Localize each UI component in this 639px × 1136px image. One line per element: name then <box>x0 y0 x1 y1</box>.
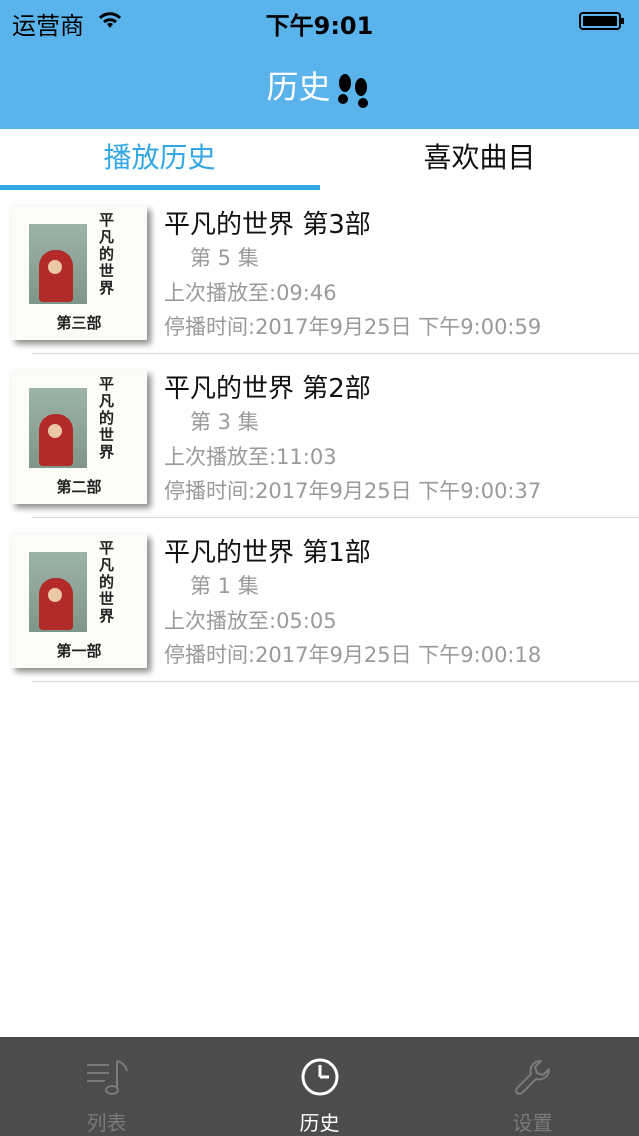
book-cover: 平凡的世界 第三部 <box>11 206 147 340</box>
cover-artwork <box>29 388 87 468</box>
wrench-icon <box>514 1060 550 1096</box>
tabbar-item-history[interactable]: 历史 <box>213 1037 426 1136</box>
item-stop-time: 停播时间:2017年9月25日 下午9:00:59 <box>164 315 542 339</box>
clock-icon <box>301 1058 339 1096</box>
item-stop-time: 停播时间:2017年9月25日 下午9:00:37 <box>164 479 542 503</box>
item-last-played: 上次播放至:05:05 <box>164 609 337 633</box>
history-list: 平凡的世界 第三部 平凡的世界 第3部 第 5 集 上次播放至:09:46 停播… <box>0 190 639 682</box>
page-title: 历史 <box>0 62 639 109</box>
cover-title: 平凡的世界 <box>99 375 115 461</box>
list-item[interactable]: 平凡的世界 第一部 平凡的世界 第1部 第 1 集 上次播放至:05:05 停播… <box>0 518 639 682</box>
tabbar-label-settings: 设置 <box>512 1111 553 1135</box>
tabbar-item-settings[interactable]: 设置 <box>426 1037 639 1136</box>
book-cover: 平凡的世界 第二部 <box>11 370 147 504</box>
list-item[interactable]: 平凡的世界 第三部 平凡的世界 第3部 第 5 集 上次播放至:09:46 停播… <box>0 190 639 354</box>
tabbar-item-list[interactable]: 列表 <box>0 1037 213 1136</box>
tabbar-label-history: 历史 <box>299 1111 340 1135</box>
cover-title: 平凡的世界 <box>99 211 115 297</box>
cover-part: 第三部 <box>56 314 102 332</box>
item-title: 平凡的世界 第2部 <box>164 374 371 404</box>
item-episode: 第 5 集 <box>190 246 259 270</box>
item-last-played: 上次播放至:09:46 <box>164 281 337 305</box>
cover-artwork <box>29 552 87 632</box>
cover-artwork <box>29 224 87 304</box>
bottom-tab-bar: 列表 历史 设置 <box>0 1037 639 1136</box>
footprints-icon <box>337 74 368 108</box>
cover-part: 第二部 <box>56 478 102 496</box>
item-episode: 第 3 集 <box>190 410 259 434</box>
tab-favorites[interactable]: 喜欢曲目 <box>320 129 639 189</box>
item-last-played: 上次播放至:11:03 <box>164 445 337 469</box>
battery-icon <box>579 12 624 30</box>
item-title: 平凡的世界 第3部 <box>164 210 371 240</box>
cover-part: 第一部 <box>56 642 102 660</box>
book-cover: 平凡的世界 第一部 <box>11 534 147 668</box>
item-episode: 第 1 集 <box>190 574 259 598</box>
cover-title: 平凡的世界 <box>99 539 115 625</box>
status-bar: 运营商 下午9:01 <box>0 0 639 44</box>
segment-tabs: 播放历史 喜欢曲目 <box>0 129 639 189</box>
tab-play-history[interactable]: 播放历史 <box>0 129 319 189</box>
item-title: 平凡的世界 第1部 <box>164 538 371 568</box>
row-divider <box>32 681 639 682</box>
item-stop-time: 停播时间:2017年9月25日 下午9:00:18 <box>164 643 542 667</box>
status-time: 下午9:01 <box>265 12 374 40</box>
page-title-text: 历史 <box>266 68 331 106</box>
tabbar-label-list: 列表 <box>86 1111 127 1135</box>
list-item[interactable]: 平凡的世界 第二部 平凡的世界 第2部 第 3 集 上次播放至:11:03 停播… <box>0 354 639 518</box>
music-list-icon <box>87 1060 128 1095</box>
navigation-header: 运营商 下午9:01 历史 <box>0 0 639 129</box>
